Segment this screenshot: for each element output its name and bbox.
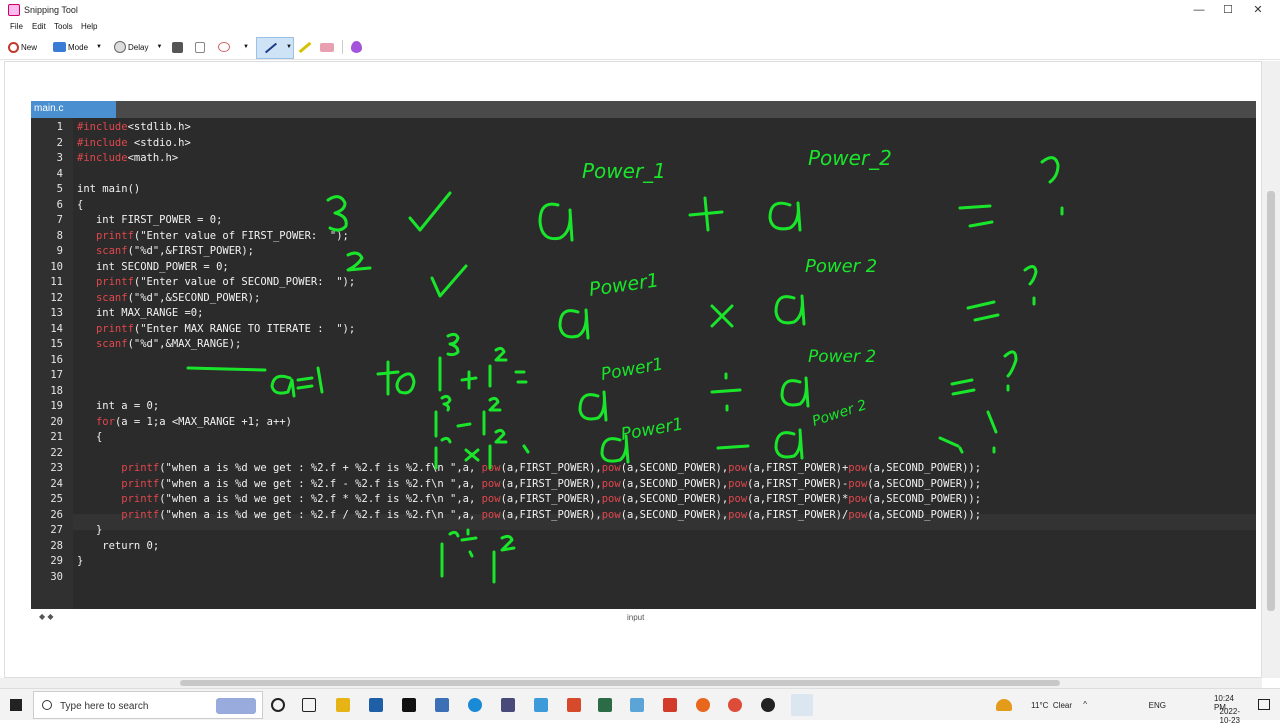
ink-question-4	[986, 410, 998, 454]
notification-icon[interactable]	[1258, 699, 1270, 710]
ink-plus	[688, 196, 724, 232]
ink-label-power1-d: Power1	[619, 414, 684, 445]
pdf-icon[interactable]	[435, 698, 449, 712]
ink-underline	[186, 366, 267, 372]
ink-a-6	[780, 376, 810, 408]
ink-a-4	[774, 294, 806, 326]
weather-text[interactable]: 11°C Clear	[1031, 701, 1072, 710]
github-icon[interactable]	[761, 698, 775, 712]
cortana-icon[interactable]	[271, 698, 285, 712]
ink-a-1	[538, 202, 574, 242]
task-view-icon[interactable]	[302, 698, 316, 712]
weather-icon	[996, 699, 1012, 711]
ink-check-2	[430, 264, 468, 298]
ink-one-times	[434, 428, 530, 470]
taskbar-search-box[interactable]: Type here to search	[33, 691, 263, 719]
clock-date[interactable]: 2022-10-23	[1220, 707, 1240, 725]
music-icon[interactable]	[534, 698, 548, 712]
language-indicator[interactable]: ENG	[1149, 701, 1166, 710]
ink-label-power2-c: Power 2	[808, 347, 876, 367]
editor-app-icon[interactable]	[501, 698, 515, 712]
ink-a-5	[578, 390, 608, 422]
ink-one-minus	[434, 394, 502, 438]
ink-one-divide	[440, 528, 516, 584]
taskbar: Type here to search 11°C Clear ^ ENG 10:…	[0, 688, 1280, 725]
ink-label-power2-d: Power 2	[810, 397, 868, 430]
file-explorer-icon[interactable]	[336, 698, 350, 712]
ink-three	[326, 195, 348, 232]
ink-equals-2	[966, 300, 1000, 322]
ink-minus	[716, 444, 750, 450]
ink-label-power1-b: Power1	[588, 269, 661, 301]
netflix-icon[interactable]	[402, 698, 416, 712]
search-icon	[42, 700, 52, 710]
windows-start-icon[interactable]	[10, 699, 22, 711]
ink-to	[376, 360, 416, 396]
ink-one-cubed-plus	[438, 332, 528, 392]
ink-equals-3	[950, 378, 976, 396]
search-highlight-image	[216, 698, 256, 714]
ink-question-1	[1040, 156, 1064, 216]
ink-equals-4	[938, 436, 964, 454]
chrome-icon[interactable]	[728, 698, 742, 712]
search-placeholder: Type here to search	[60, 701, 149, 712]
recorder-icon[interactable]	[663, 698, 677, 712]
photos-icon[interactable]	[630, 698, 644, 712]
ink-divide	[710, 372, 742, 412]
ink-label-power-2a: Power_2	[808, 146, 892, 170]
app-icon[interactable]	[567, 698, 581, 712]
ink-times	[710, 304, 734, 328]
firefox-icon[interactable]	[696, 698, 710, 712]
ink-label-power-1a: Power_1	[582, 159, 666, 183]
chevron-up-icon[interactable]: ^	[1083, 700, 1087, 709]
codeblocks-icon[interactable]	[598, 698, 612, 712]
ink-two	[346, 251, 372, 272]
ink-label-power1-c: Power1	[599, 354, 664, 385]
ink-a-equals-1	[270, 366, 324, 398]
ink-equals-1	[958, 204, 994, 228]
ink-check-1	[408, 191, 452, 232]
snipping-tool-task-icon[interactable]	[791, 694, 813, 716]
edge-icon[interactable]	[468, 698, 482, 712]
ink-a-2	[768, 201, 802, 232]
pen-annotations: Power_1 Power_2 Power1 Power 2 Power1 Po…	[186, 146, 1064, 584]
ink-label-power2-b: Power 2	[805, 256, 877, 277]
ink-a-3	[558, 308, 590, 340]
ink-a-8	[774, 428, 804, 460]
ink-question-2	[1023, 265, 1038, 306]
store-icon[interactable]	[369, 698, 383, 712]
ink-question-3	[1003, 350, 1018, 392]
